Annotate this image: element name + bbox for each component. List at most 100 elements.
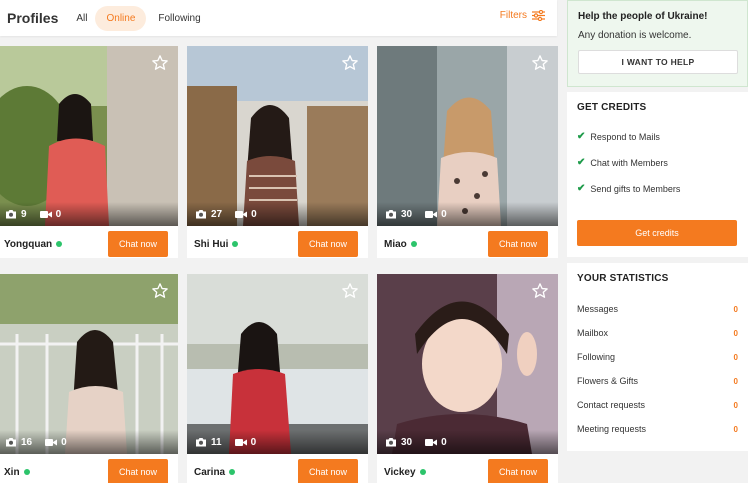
favorite-star-icon[interactable] (151, 54, 169, 72)
filters-button[interactable]: Filters (500, 10, 545, 21)
credit-benefit-label: Send gifts to Members (590, 183, 681, 194)
ukraine-donation-panel: Help the people of Ukraine! Any donation… (567, 0, 748, 87)
profile-card[interactable]: 30 0 Vickey Chat now (377, 274, 558, 483)
profile-photo[interactable]: 30 0 (377, 46, 558, 226)
video-icon (235, 210, 248, 218)
profile-photo[interactable]: 16 0 (0, 274, 178, 454)
media-stats: 30 0 (377, 202, 558, 226)
tab-all[interactable]: All (76, 7, 87, 30)
video-count: 0 (55, 208, 62, 220)
camera-icon (386, 210, 396, 219)
profile-name-text: Vickey (384, 466, 416, 478)
your-statistics-title: YOUR STATISTICS (577, 273, 669, 284)
profile-name-text: Yongquan (4, 238, 53, 250)
media-stats: 11 0 (187, 430, 368, 454)
chat-now-button[interactable]: Chat now (108, 231, 168, 257)
media-stats: 30 0 (377, 430, 558, 454)
chat-now-button[interactable]: Chat now (108, 459, 168, 483)
stat-value: 0 (733, 304, 738, 314)
profile-name-text: Xin (4, 466, 20, 478)
credit-benefit-label: Chat with Members (590, 157, 668, 168)
photo-scene (187, 46, 368, 226)
stat-label: Flowers & Gifts (577, 376, 639, 386)
stat-value: 0 (733, 352, 738, 362)
profile-photo[interactable]: 30 0 (377, 274, 558, 454)
credit-benefit-label: Respond to Mails (590, 131, 660, 142)
chat-now-button[interactable]: Chat now (488, 459, 548, 483)
stat-label: Messages (577, 304, 619, 314)
stat-row-contact-requests[interactable]: Contact requests 0 (577, 396, 738, 414)
video-icon (234, 438, 247, 446)
camera-icon (196, 438, 206, 447)
sliders-icon (532, 10, 545, 21)
stat-row-meeting-requests[interactable]: Meeting requests 0 (577, 420, 738, 438)
profile-photo[interactable]: 9 0 (0, 46, 178, 226)
chat-now-button[interactable]: Chat now (298, 231, 358, 257)
profile-name-text: Carina (194, 466, 226, 478)
i-want-to-help-button[interactable]: I WANT TO HELP (578, 50, 738, 74)
profile-photo[interactable]: 27 0 (187, 46, 368, 226)
profile-name[interactable]: Xin (4, 467, 30, 478)
photo-scene (377, 46, 558, 226)
profile-card[interactable]: 27 0 Shi Hui Chat now (187, 46, 368, 258)
video-count: 0 (441, 208, 447, 220)
chat-now-button[interactable]: Chat now (298, 459, 358, 483)
profile-card[interactable]: 16 0 Xin Chat now (0, 274, 178, 483)
get-credits-title: GET CREDITS (577, 102, 647, 113)
page-title: Profiles (7, 10, 59, 26)
tab-following[interactable]: Following (158, 7, 200, 30)
favorite-star-icon[interactable] (341, 54, 359, 72)
filters-label: Filters (499, 10, 527, 21)
online-indicator (419, 469, 426, 475)
profile-card[interactable]: 30 0 Miao Chat now (377, 46, 558, 258)
stat-row-following[interactable]: Following 0 (577, 348, 738, 366)
profile-name[interactable]: Carina (194, 466, 236, 478)
get-credits-panel: GET CREDITS ✔ Respond to Mails ✔ Chat with… (567, 92, 748, 257)
camera-icon (386, 438, 396, 447)
check-icon: ✔ (577, 157, 586, 168)
get-credits-button[interactable]: Get credits (577, 220, 737, 246)
video-icon (39, 210, 52, 218)
photo-count: 9 (21, 208, 27, 220)
tab-online[interactable]: Online (95, 5, 147, 31)
stat-label: Mailbox (577, 328, 609, 338)
profile-name[interactable]: Vickey (384, 467, 426, 478)
photo-scene (187, 274, 368, 454)
video-icon (45, 438, 58, 446)
stat-row-flowers-gifts[interactable]: Flowers & Gifts 0 (577, 372, 738, 390)
stat-row-messages[interactable]: Messages 0 (577, 300, 738, 318)
video-count: 0 (441, 436, 447, 448)
photo-scene (377, 274, 558, 454)
ukraine-text: Any donation is welcome. (578, 30, 692, 41)
favorite-star-icon[interactable] (531, 282, 549, 300)
check-icon: ✔ (577, 131, 586, 142)
profile-name[interactable]: Yongquan (4, 238, 63, 250)
camera-icon (6, 438, 16, 447)
stat-value: 0 (733, 328, 738, 338)
profile-name-text: Miao (384, 238, 407, 250)
favorite-star-icon[interactable] (151, 282, 169, 300)
stat-row-mailbox[interactable]: Mailbox 0 (577, 324, 738, 342)
photo-count: 30 (401, 436, 413, 448)
profile-name[interactable]: Shi Hui (194, 238, 239, 250)
profile-name-text: Shi Hui (194, 238, 229, 250)
stat-value: 0 (733, 376, 738, 386)
profile-card[interactable]: 11 0 Carina Chat now (187, 274, 368, 483)
your-statistics-panel: YOUR STATISTICS Messages 0 Mailbox 0 Follo… (567, 263, 748, 451)
photo-scene (0, 46, 178, 226)
profile-card[interactable]: 9 0 Yongquan Chat now (0, 46, 178, 258)
profile-photo[interactable]: 11 0 (187, 274, 368, 454)
profile-name[interactable]: Miao (384, 239, 417, 250)
favorite-star-icon[interactable] (531, 54, 549, 72)
stat-label: Following (577, 352, 616, 362)
video-icon (425, 438, 438, 446)
stat-label: Meeting requests (577, 424, 647, 434)
media-stats: 16 0 (0, 430, 178, 454)
photo-count: 27 (211, 208, 223, 220)
photo-count: 16 (21, 436, 33, 448)
favorite-star-icon[interactable] (341, 282, 359, 300)
chat-now-button[interactable]: Chat now (488, 231, 548, 257)
credit-benefit-item: ✔ Chat with Members (577, 157, 668, 168)
check-icon: ✔ (577, 183, 586, 194)
video-count: 0 (251, 208, 257, 220)
